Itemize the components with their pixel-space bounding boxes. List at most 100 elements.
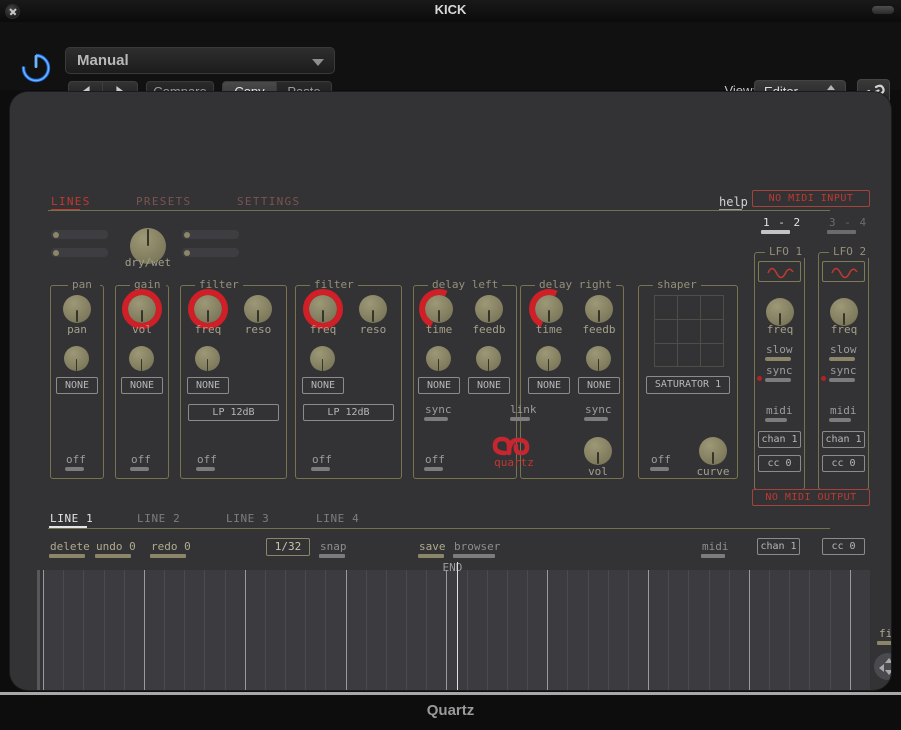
delay-vol-knob[interactable]	[584, 437, 612, 465]
grip-icon[interactable]	[872, 6, 894, 14]
filter2-reso-knob[interactable]	[359, 295, 387, 323]
sequencer-cc-button[interactable]: cc 0	[822, 538, 865, 555]
filter1-type-button[interactable]: LP 12dB	[188, 404, 279, 421]
tab-line-3[interactable]: LINE 3	[226, 512, 269, 525]
delay-left-off-label[interactable]: off	[425, 453, 445, 466]
delay-link-label[interactable]: link	[510, 403, 537, 416]
filter1-mod-knob[interactable]	[195, 346, 220, 371]
lfo-1-sync-led	[757, 376, 762, 381]
sequencer-gridline	[366, 570, 367, 690]
tab-line-1[interactable]: LINE 1	[50, 512, 93, 525]
end-marker-line[interactable]	[456, 562, 458, 690]
fit-button[interactable]: fit	[879, 627, 891, 640]
lfo-2-freq-knob[interactable]	[830, 298, 858, 326]
dpad-icon[interactable]	[874, 653, 891, 680]
shaper-off-label[interactable]: off	[651, 453, 671, 466]
delay-left-mod-knob-1[interactable]	[426, 346, 451, 371]
lfo-2-cc-button[interactable]: cc 0	[822, 455, 865, 472]
power-icon[interactable]	[19, 50, 53, 84]
lfo-2-chan-button[interactable]: chan 1	[822, 431, 865, 448]
delay-right-mod-knob-1[interactable]	[536, 346, 561, 371]
lfo-pair-tab-1-2[interactable]: 1 - 2	[763, 216, 801, 229]
tab-presets[interactable]: PRESETS	[136, 195, 191, 208]
sequencer-gridline	[668, 570, 669, 690]
lfo-1-cc-button[interactable]: cc 0	[758, 455, 801, 472]
shaper-curve-display[interactable]	[654, 295, 724, 367]
sequencer-gridline	[467, 570, 468, 690]
gain-mod-knob[interactable]	[129, 346, 154, 371]
delay-right-mod-knob-2[interactable]	[586, 346, 611, 371]
master-slider-1[interactable]	[51, 230, 108, 239]
delay-left-time-knob[interactable]	[425, 295, 453, 323]
redo-button[interactable]: redo 0	[151, 540, 191, 553]
snap-button[interactable]: snap	[320, 540, 347, 553]
pan-mod-source-button[interactable]: NONE	[56, 377, 98, 394]
delay-right-time-label: time	[535, 323, 563, 336]
help-link[interactable]: help	[719, 195, 748, 209]
master-slider-4[interactable]	[182, 248, 239, 257]
undo-button[interactable]: undo 0	[96, 540, 136, 553]
tab-lines[interactable]: LINES	[51, 195, 91, 208]
host-toolbar: Manual Compare Copy Paste View: Editor	[0, 22, 901, 104]
lfo-2-wave-button[interactable]	[822, 261, 865, 282]
lfo-1-chan-button[interactable]: chan 1	[758, 431, 801, 448]
sequencer-gridline	[709, 570, 710, 690]
delay-left-mod-source-2[interactable]: NONE	[468, 377, 510, 394]
sequencer-gridline	[446, 570, 447, 690]
shaper-preset-button[interactable]: SATURATOR 1	[646, 376, 730, 394]
pan-mod-knob[interactable]	[64, 346, 89, 371]
sequencer-chan-button[interactable]: chan 1	[757, 538, 800, 555]
filter2-mod-source-button[interactable]: NONE	[302, 377, 344, 394]
browser-button[interactable]: browser	[454, 540, 500, 553]
gain-vol-label: vol	[132, 323, 152, 336]
tab-settings[interactable]: SETTINGS	[237, 195, 300, 208]
filter1-freq-knob[interactable]	[188, 289, 228, 329]
filter2-type-button[interactable]: LP 12dB	[303, 404, 394, 421]
filter2-freq-knob[interactable]	[303, 289, 343, 329]
save-button[interactable]: save	[419, 540, 446, 553]
sequencer-scroll-handle[interactable]	[37, 570, 40, 690]
gain-mod-source-button[interactable]: NONE	[121, 377, 163, 394]
filter1-off-label[interactable]: off	[197, 453, 217, 466]
lfo-1-midi-label[interactable]: midi	[766, 404, 793, 417]
pan-knob[interactable]	[63, 295, 91, 323]
sequencer-midi-label[interactable]: midi	[702, 540, 729, 553]
gain-off-label[interactable]: off	[131, 453, 151, 466]
lfo-2-sync-led	[821, 376, 826, 381]
delay-left-mod-source-1[interactable]: NONE	[418, 377, 460, 394]
delete-button[interactable]: delete	[50, 540, 90, 553]
master-slider-2[interactable]	[51, 248, 108, 257]
sequencer-gridline	[406, 570, 407, 690]
delay-right-feedback-knob[interactable]	[585, 295, 613, 323]
tab-line-2[interactable]: LINE 2	[137, 512, 180, 525]
lfo-2-midi-label[interactable]: midi	[830, 404, 857, 417]
grid-size-button[interactable]: 1/32	[266, 538, 310, 556]
lfo-2-sync-label[interactable]: sync	[830, 364, 857, 377]
delay-left-feedback-knob[interactable]	[475, 295, 503, 323]
master-slider-3[interactable]	[182, 230, 239, 239]
filter2-off-label[interactable]: off	[312, 453, 332, 466]
lfo-pair-tab-3-4[interactable]: 3 - 4	[829, 216, 867, 229]
midi-output-status: NO MIDI OUTPUT	[752, 489, 870, 506]
delay-right-time-knob[interactable]	[535, 295, 563, 323]
lfo-1-freq-knob[interactable]	[766, 298, 794, 326]
lfo-1-slow-label[interactable]: slow	[766, 343, 793, 356]
shaper-curve-knob[interactable]	[699, 437, 727, 465]
tab-line-4[interactable]: LINE 4	[316, 512, 359, 525]
preset-select[interactable]: Manual	[65, 47, 335, 74]
lfo-1-wave-button[interactable]	[758, 261, 801, 282]
gain-vol-knob[interactable]	[122, 289, 162, 329]
delay-right-mod-source-1[interactable]: NONE	[528, 377, 570, 394]
filter2-mod-knob[interactable]	[310, 346, 335, 371]
lfo-2-slow-label[interactable]: slow	[830, 343, 857, 356]
pan-off-label[interactable]: off	[66, 453, 86, 466]
delay-right-sync-label[interactable]: sync	[585, 403, 612, 416]
filter1-reso-knob[interactable]	[244, 295, 272, 323]
delay-right-mod-source-2[interactable]: NONE	[578, 377, 620, 394]
delay-left-sync-label[interactable]: sync	[425, 403, 452, 416]
lfo-1-sync-label[interactable]: sync	[766, 364, 793, 377]
footer-brand: Quartz	[426, 702, 475, 719]
chevron-down-icon	[312, 59, 324, 66]
delay-left-mod-knob-2[interactable]	[476, 346, 501, 371]
filter1-mod-source-button[interactable]: NONE	[187, 377, 229, 394]
